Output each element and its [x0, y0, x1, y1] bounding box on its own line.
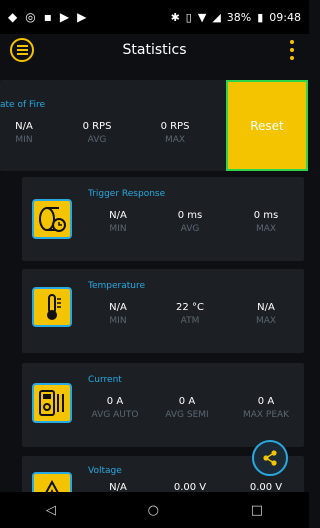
voltage-value-1: N/A: [109, 482, 127, 492]
battery-icon: ▮: [257, 10, 264, 24]
temp-atm-value: 22 °C: [176, 302, 204, 313]
app-bar: Statistics: [0, 34, 309, 66]
voltage-values: N/A 0.00 V 0.00 V: [88, 482, 304, 492]
thermometer-icon: [32, 287, 72, 327]
trigger-avg-label: AVG: [180, 224, 200, 234]
trigger-max-label: MAX: [255, 224, 277, 234]
notification-icon: ▪: [43, 10, 52, 24]
temperature-values: N/A MIN 22 °C ATM N/A MAX: [88, 302, 304, 326]
trigger-response-values: N/A MIN 0 ms AVG 0 ms MAX: [88, 210, 304, 234]
bluetooth-icon: ✱: [170, 10, 180, 24]
notification-icon: ▶: [77, 10, 87, 24]
current-avg-auto-value: 0 A: [106, 396, 124, 407]
temp-min-value: N/A: [109, 302, 127, 313]
status-bar: ◆ ◎ ▪ ▶ ▶ ✱ ▯ ▼ ◢ 38% ▮ 09:48: [0, 0, 309, 34]
multimeter-icon: [32, 383, 72, 423]
rof-avg-value: 0 RPS: [82, 121, 112, 132]
temperature-card[interactable]: Temperature N/A MIN 22 °C ATM N/A MAX: [22, 269, 304, 353]
temp-max-label: MAX: [255, 316, 277, 326]
rate-of-fire-card[interactable]: ate of Fire N/A MIN 0 RPS AVG 0 RPS MAX: [0, 80, 229, 171]
temp-max-value: N/A: [257, 302, 275, 313]
reset-button[interactable]: Reset: [226, 80, 308, 171]
rof-max-value: 0 RPS: [160, 121, 190, 132]
trigger-response-card[interactable]: Trigger Response N/A MIN 0 ms AVG 0 ms M…: [22, 177, 304, 261]
page-title: Statistics: [122, 42, 187, 58]
reset-label: Reset: [250, 118, 284, 133]
nav-recent-icon[interactable]: □: [251, 503, 263, 518]
battery-percent: 38%: [226, 10, 252, 24]
trigger-response-label: Trigger Response: [88, 189, 166, 199]
current-avg-semi-value: 0 A: [178, 396, 196, 407]
status-bar-notifications: ◆ ◎ ▪ ▶ ▶: [8, 10, 86, 24]
current-card[interactable]: Current 0 A AVG AUTO 0 A AVG SEMI 0 A MA…: [22, 363, 304, 447]
temp-min-label: MIN: [109, 316, 127, 326]
trigger-min-label: MIN: [109, 224, 127, 234]
system-nav-bar: ◁ ○ □: [0, 492, 309, 528]
stats-list[interactable]: ate of Fire N/A MIN 0 RPS AVG 0 RPS MAX …: [0, 66, 309, 492]
wifi-icon: ▼: [197, 10, 207, 24]
rof-min-label: MIN: [15, 135, 33, 145]
rof-min-value: N/A: [15, 121, 33, 132]
notification-icon: ◎: [25, 10, 36, 24]
rate-of-fire-label: ate of Fire: [0, 100, 46, 110]
status-bar-system: ✱ ▯ ▼ ◢ 38% ▮ 09:48: [171, 11, 301, 24]
rof-avg-label: AVG: [87, 135, 107, 145]
voltage-value-2: 0.00 V: [173, 482, 207, 492]
trigger-timer-icon: [32, 199, 72, 239]
vibrate-icon: ▯: [185, 10, 192, 24]
share-icon: [263, 450, 277, 466]
nav-home-icon[interactable]: ○: [148, 503, 159, 518]
current-max-peak-value: 0 A: [257, 396, 275, 407]
current-avg-auto-label: AVG AUTO: [91, 410, 139, 420]
trigger-avg-value: 0 ms: [177, 210, 203, 221]
notification-icon: ▶: [59, 10, 70, 24]
temp-atm-label: ATM: [180, 316, 200, 326]
more-vert-icon[interactable]: [289, 40, 295, 60]
rof-max-label: MAX: [164, 135, 186, 145]
current-max-peak-label: MAX PEAK: [242, 410, 290, 420]
notification-icon: ◆: [8, 10, 18, 24]
voltage-label: Voltage: [88, 466, 122, 476]
temperature-label: Temperature: [88, 281, 146, 291]
current-values: 0 A AVG AUTO 0 A AVG SEMI 0 A MAX PEAK: [80, 396, 304, 420]
share-button[interactable]: [252, 440, 288, 476]
trigger-min-value: N/A: [109, 210, 127, 221]
current-avg-semi-label: AVG SEMI: [165, 410, 209, 420]
signal-icon: ◢: [212, 10, 221, 24]
trigger-max-value: 0 ms: [253, 210, 279, 221]
voltage-icon: [32, 472, 72, 492]
nav-back-icon[interactable]: ◁: [46, 503, 56, 518]
voltage-value-3: 0.00 V: [249, 482, 283, 492]
clock: 09:48: [269, 10, 301, 24]
current-label: Current: [88, 375, 122, 385]
rate-of-fire-values: N/A MIN 0 RPS AVG 0 RPS MAX: [8, 121, 210, 145]
